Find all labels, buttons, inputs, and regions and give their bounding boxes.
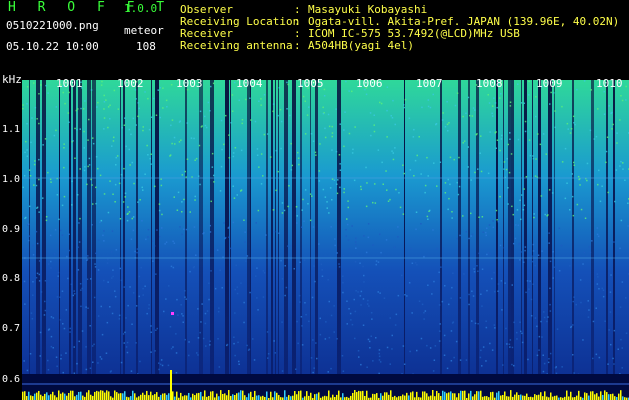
time-tick-label: 1003 [176,77,203,90]
spectrogram-image [22,80,629,400]
time-tick-label: 1009 [536,77,563,90]
info-value: A504HB(yagi 4el) [308,39,414,52]
time-tick-label: 1008 [476,77,503,90]
y-tick-label: 0.9 [1,224,20,235]
info-row-antenna: Receiving antenna: A504HB(yagi 4el) [180,39,414,52]
time-tick-label: 1005 [297,77,324,90]
time-tick-label: 1007 [416,77,443,90]
y-tick-label: 1.1 [1,124,20,135]
info-key: Receiving antenna [180,39,293,52]
time-tick-label: 1004 [236,77,263,90]
y-tick-label: 0.7 [1,323,20,334]
file-name: 0510221000.png [6,19,99,32]
detection-count: 108 [136,40,156,53]
frequency-unit-label: kHz [2,73,22,86]
station-info: Observer: Masayuki Kobayashi Receiving L… [180,4,619,52]
spectrogram-plot [22,80,629,400]
time-tick-label: 1006 [356,77,383,90]
datetime: 05.10.22 10:00 [6,40,99,53]
mode-label: meteor [124,24,164,37]
time-tick-label: 1001 [56,77,83,90]
y-tick-label: 0.8 [1,273,20,284]
y-tick-label: 1.0 [1,174,20,185]
y-tick-label: 0.6 [1,374,20,385]
time-tick-label: 1010 [596,77,623,90]
app-version: 1.0.0 [124,2,158,15]
time-tick-label: 1002 [117,77,144,90]
